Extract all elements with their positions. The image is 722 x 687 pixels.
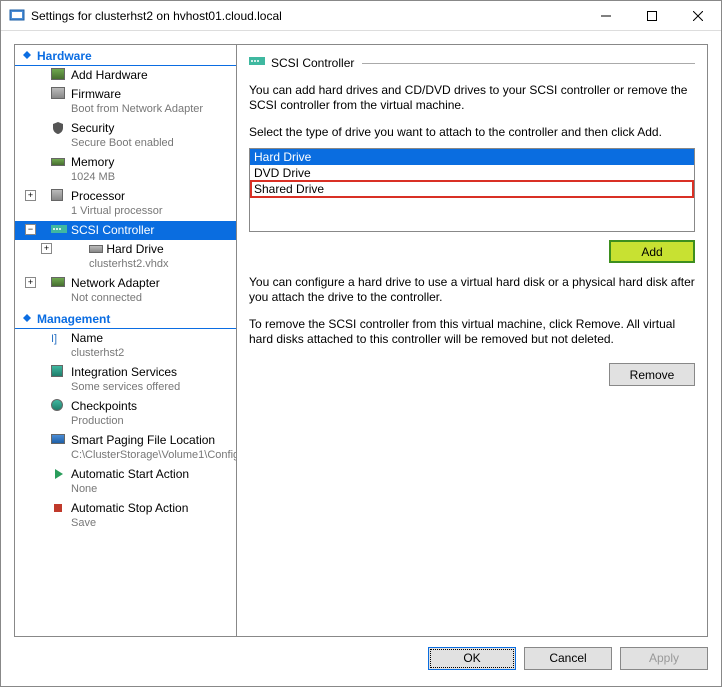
auto-start-icon [51,467,67,483]
tree-item-sub: Not connected [71,291,232,306]
tree-firmware[interactable]: Firmware Boot from Network Adapter [15,85,236,119]
tree-network-adapter[interactable]: + Network Adapter Not connected [15,274,236,308]
settings-tree: Hardware Add Hardware Firmware Boot from… [15,45,237,636]
tree-item-label: Automatic Start Action [71,467,189,481]
tree-item-sub: clusterhst2.vhdx [89,257,232,272]
panel-desc-1: You can add hard drives and CD/DVD drive… [249,83,695,113]
scsi-icon [51,223,67,239]
tree-auto-start[interactable]: Automatic Start Action None [15,465,236,499]
processor-icon [51,189,67,205]
dialog-button-row: OK Cancel Apply [14,641,708,675]
tree-item-label: Add Hardware [71,68,148,82]
section-hardware-label: Hardware [37,49,92,63]
tree-hard-drive[interactable]: + Hard Drive clusterhst2.vhdx [15,240,236,274]
scsi-icon [249,55,265,71]
firmware-icon [51,87,67,103]
memory-icon [51,155,67,171]
tree-item-sub: 1024 MB [71,170,232,185]
tree-item-sub: Save [71,516,232,531]
tree-item-sub: 1 Virtual processor [71,204,232,219]
panel-desc-3: You can configure a hard drive to use a … [249,275,695,305]
tree-item-sub: C:\ClusterStorage\Volume1\Config [71,448,232,463]
smart-paging-icon [51,433,67,449]
hard-drive-icon [89,242,103,256]
tree-integration-services[interactable]: Integration Services Some services offer… [15,363,236,397]
expand-toggle[interactable]: + [25,190,36,201]
panel-title: SCSI Controller [271,56,354,70]
tree-memory[interactable]: Memory 1024 MB [15,153,236,187]
tree-item-label: Smart Paging File Location [71,433,215,447]
cancel-button[interactable]: Cancel [524,647,612,670]
tree-checkpoints[interactable]: Checkpoints Production [15,397,236,431]
minimize-button[interactable] [583,1,629,31]
panel-desc-4: To remove the SCSI controller from this … [249,317,695,347]
checkpoints-icon [51,399,67,415]
expand-toggle[interactable]: + [25,277,36,288]
expand-toggle[interactable]: + [41,243,52,254]
titlebar: Settings for clusterhst2 on hvhost01.clo… [1,1,721,31]
apply-button[interactable]: Apply [620,647,708,670]
management-section-icon [21,312,33,324]
tree-item-label: Checkpoints [71,399,137,413]
tree-item-label: Memory [71,155,114,169]
divider [362,63,695,64]
tree-item-sub: Production [71,414,232,429]
network-adapter-icon [51,276,67,292]
tree-item-label: Network Adapter [71,276,160,290]
section-management: Management [15,308,236,329]
tree-item-sub: Secure Boot enabled [71,136,232,151]
tree-item-label: Firmware [71,87,121,101]
expand-toggle[interactable]: − [25,224,36,235]
panel-header: SCSI Controller [249,55,695,71]
section-hardware: Hardware [15,45,236,66]
ok-button[interactable]: OK [428,647,516,670]
tree-item-label: Processor [71,189,125,203]
tree-item-label: Name [71,331,103,345]
detail-panel: SCSI Controller You can add hard drives … [237,45,707,636]
tree-scsi-controller[interactable]: − SCSI Controller [15,221,236,240]
tree-item-label: Security [71,121,114,135]
security-icon [51,121,67,137]
tree-item-label: SCSI Controller [71,223,154,237]
name-icon: I] [51,331,67,347]
option-hard-drive[interactable]: Hard Drive [250,149,694,165]
tree-item-sub: Some services offered [71,380,232,395]
drive-type-listbox[interactable]: Hard Drive DVD Drive Shared Drive [249,148,695,232]
add-hardware-icon [51,68,67,84]
tree-item-label: Integration Services [71,365,177,379]
hardware-section-icon [21,49,33,61]
app-icon [9,8,25,24]
window-title: Settings for clusterhst2 on hvhost01.clo… [31,9,583,23]
tree-add-hardware[interactable]: Add Hardware [15,66,236,85]
option-shared-drive[interactable]: Shared Drive [250,180,694,198]
section-management-label: Management [37,312,110,326]
remove-button[interactable]: Remove [609,363,695,386]
tree-item-sub: clusterhst2 [71,346,232,361]
integration-icon [51,365,67,381]
tree-item-label: Hard Drive [106,242,163,256]
tree-item-sub: Boot from Network Adapter [71,102,232,117]
panel-desc-2: Select the type of drive you want to att… [249,125,695,140]
tree-smart-paging[interactable]: Smart Paging File Location C:\ClusterSto… [15,431,236,465]
svg-text:I]: I] [51,333,57,345]
add-button[interactable]: Add [609,240,695,263]
tree-item-label: Automatic Stop Action [71,501,188,515]
option-dvd-drive[interactable]: DVD Drive [250,165,694,181]
close-button[interactable] [675,1,721,31]
tree-item-sub: None [71,482,232,497]
maximize-button[interactable] [629,1,675,31]
tree-name[interactable]: I] Name clusterhst2 [15,329,236,363]
auto-stop-icon [51,501,67,517]
tree-auto-stop[interactable]: Automatic Stop Action Save [15,499,236,533]
tree-processor[interactable]: + Processor 1 Virtual processor [15,187,236,221]
tree-security[interactable]: Security Secure Boot enabled [15,119,236,153]
